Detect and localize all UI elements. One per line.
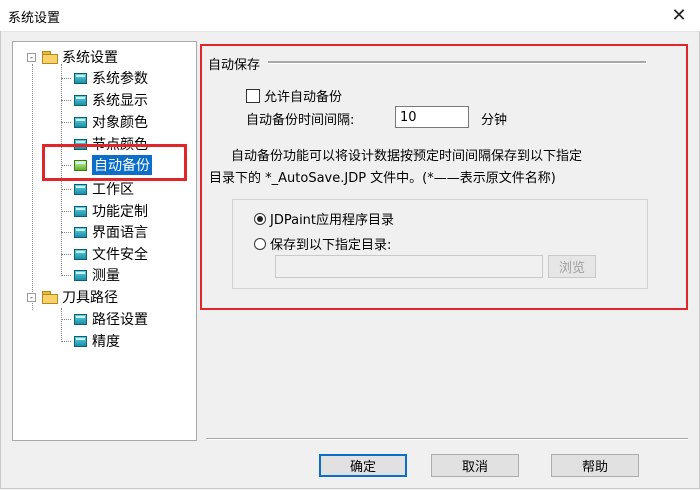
- collapse-icon[interactable]: -: [27, 292, 36, 302]
- tree-item-file-security[interactable]: 文件安全: [61, 244, 148, 264]
- tree-item-object-color[interactable]: 对象颜色: [61, 112, 148, 132]
- folder-icon: [42, 51, 58, 64]
- settings-page-icon: [74, 94, 87, 106]
- interval-unit: 分钟: [481, 113, 508, 128]
- tree-group-label: 刀具路径: [62, 290, 118, 306]
- close-icon[interactable]: ✕: [666, 3, 692, 27]
- browse-button[interactable]: 浏览: [548, 255, 596, 278]
- settings-tree[interactable]: - 系统设置 系统参数 系统显示 对象颜色 节点颜色 自动备份 工作区 功能定制: [12, 41, 197, 441]
- tree-item-precision[interactable]: 精度: [61, 331, 120, 351]
- radio-unselected-icon[interactable]: [254, 237, 266, 250]
- tree-item-language[interactable]: 界面语言: [61, 222, 148, 242]
- cancel-button[interactable]: 取消: [431, 454, 519, 477]
- checkbox-box[interactable]: [246, 88, 260, 103]
- settings-page-icon: [74, 72, 87, 84]
- tree-group-label: 系统设置: [62, 50, 118, 66]
- group-divider: [268, 61, 646, 64]
- tree-item-measure[interactable]: 测量: [61, 265, 120, 285]
- tree-item-system-display[interactable]: 系统显示: [61, 90, 148, 110]
- settings-page-icon: [74, 313, 87, 325]
- radio-app-dir[interactable]: JDPaint应用程序目录: [254, 209, 394, 228]
- settings-page-icon: [74, 248, 87, 260]
- collapse-icon[interactable]: -: [27, 52, 36, 62]
- interval-label: 自动备份时间间隔:: [246, 113, 355, 128]
- window-title: 系统设置: [8, 11, 61, 26]
- custom-dir-input[interactable]: [275, 255, 543, 278]
- title-bar: 系统设置 ✕: [0, 0, 700, 32]
- interval-input[interactable]: [395, 106, 469, 128]
- tree-item-workspace[interactable]: 工作区: [61, 179, 134, 199]
- tree-item-customize[interactable]: 功能定制: [61, 201, 148, 221]
- tree-item-path-settings[interactable]: 路径设置: [61, 309, 148, 329]
- settings-page-icon: [74, 335, 87, 347]
- radio-selected-icon[interactable]: [254, 212, 266, 225]
- description-line-2: 目录下的 *_AutoSave.JDP 文件中。(*——表示原文件名称): [209, 171, 556, 186]
- tree-item-system-params[interactable]: 系统参数: [61, 68, 148, 88]
- bottom-divider: [206, 438, 688, 440]
- settings-page-icon: [74, 205, 87, 217]
- ok-button[interactable]: 确定: [319, 454, 407, 477]
- description-line-1: 自动备份功能可以将设计数据按预定时间间隔保存到以下指定: [231, 149, 583, 164]
- radio-app-dir-label: JDPaint应用程序目录: [270, 213, 395, 228]
- allow-backup-checkbox[interactable]: 允许自动备份: [246, 86, 342, 105]
- allow-backup-label: 允许自动备份: [264, 90, 343, 105]
- radio-custom-dir[interactable]: 保存到以下指定目录:: [254, 234, 391, 253]
- annotation-highlight-tree: [42, 144, 187, 181]
- settings-page-icon: [74, 116, 87, 128]
- group-title: 自动保存: [208, 58, 261, 73]
- settings-page-icon: [74, 269, 87, 281]
- tree-group-system[interactable]: - 系统设置: [27, 47, 118, 67]
- help-button[interactable]: 帮助: [551, 454, 639, 477]
- settings-page-icon: [74, 183, 87, 195]
- radio-custom-dir-label: 保存到以下指定目录:: [270, 238, 392, 253]
- tree-line: [32, 64, 33, 310]
- tree-group-toolpath[interactable]: - 刀具路径: [27, 287, 118, 307]
- settings-page-icon: [74, 226, 87, 238]
- folder-icon: [42, 291, 58, 304]
